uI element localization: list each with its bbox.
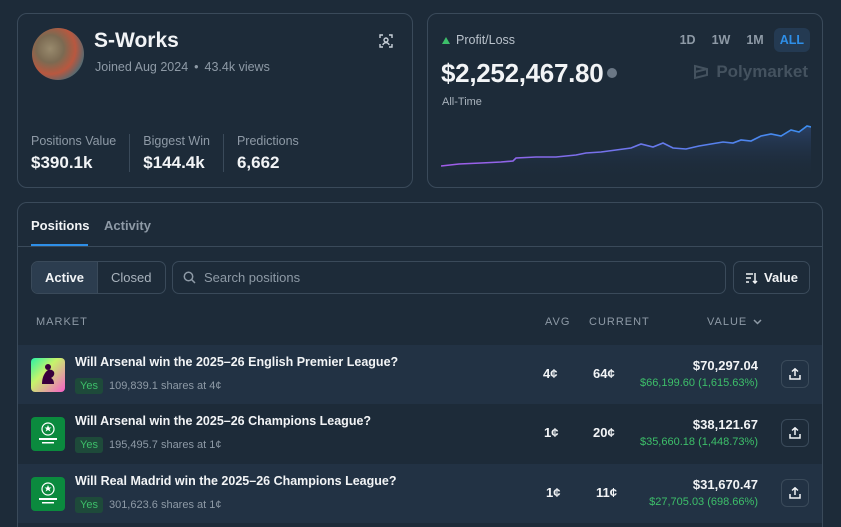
avg-price: 1¢	[544, 425, 559, 440]
avatar	[32, 28, 84, 80]
outcome-badge: Yes	[75, 378, 103, 394]
current-price: 11¢	[596, 485, 617, 500]
stat-label: Positions Value	[31, 134, 117, 148]
search-box	[172, 261, 726, 294]
search-icon	[183, 271, 196, 284]
champions-league-icon	[31, 417, 65, 451]
position-pnl: $66,199.60 (1,615.63%)	[639, 377, 758, 389]
polymarket-logo-icon	[694, 64, 709, 80]
market-title[interactable]: Will Arsenal win the 2025–26 Champions L…	[75, 414, 371, 428]
outcome-badge: Yes	[75, 437, 103, 453]
shares-info: 195,495.7 shares at 1¢	[108, 439, 222, 451]
active-tab-indicator	[31, 244, 88, 246]
champions-league-icon	[31, 477, 65, 511]
starball-icon	[39, 422, 57, 444]
brand-name: Polymarket	[716, 62, 808, 81]
share-icon	[789, 368, 801, 380]
share-icon	[789, 487, 801, 499]
share-button[interactable]	[781, 479, 809, 507]
market-subtitle: Yes 109,839.1 shares at 4¢	[75, 378, 221, 394]
pnl-label: Profit/Loss	[442, 33, 515, 47]
tab-bar: Positions Activity	[18, 203, 822, 247]
range-1w[interactable]: 1W	[706, 28, 737, 52]
market-subtitle: Yes 195,495.7 shares at 1¢	[75, 437, 221, 453]
up-arrow-icon	[442, 36, 450, 44]
profile-name: S-Works	[94, 29, 179, 52]
stat-biggest-win: Biggest Win $144.4k	[143, 134, 224, 172]
pnl-value-wrap: $2,252,467.80	[441, 58, 618, 89]
table-row[interactable]: Will Arsenal win the 2025–26 Champions L…	[18, 404, 822, 463]
current-price: 20¢	[593, 425, 615, 440]
column-market: MARKET	[36, 316, 88, 328]
positions-card: Positions Activity Active Closed Value M…	[17, 202, 823, 527]
outcome-badge: Yes	[75, 497, 103, 513]
joined-date: Joined Aug 2024	[95, 60, 189, 74]
shares-info: 301,623.6 shares at 1¢	[108, 499, 222, 511]
avg-price: 1¢	[546, 485, 561, 500]
position-pnl: $35,660.18 (1,448.73%)	[639, 436, 758, 448]
range-all[interactable]: ALL	[773, 28, 810, 52]
separator-dot: •	[194, 60, 199, 74]
pnl-label-text: Profit/Loss	[456, 33, 516, 47]
time-range-selector: 1D 1W 1M ALL	[674, 28, 810, 52]
table-row[interactable]: Will Arsenal win the 2025–26 English Pre…	[18, 345, 822, 404]
pnl-period: All-Time	[442, 96, 482, 108]
filter-active-button[interactable]: Active	[32, 262, 99, 293]
tab-positions[interactable]: Positions	[31, 218, 90, 233]
share-icon	[789, 427, 801, 439]
sort-button[interactable]: Value	[733, 261, 810, 294]
stat-positions-value: Positions Value $390.1k	[31, 134, 131, 172]
share-button[interactable]	[781, 419, 809, 447]
avg-price: 4¢	[543, 366, 558, 381]
stat-value: 6,662	[236, 153, 280, 172]
chevron-down-icon	[753, 319, 762, 325]
column-current: CURRENT	[589, 316, 650, 328]
polymarket-logo: Polymarket	[692, 62, 808, 82]
pnl-chart	[441, 125, 811, 178]
stat-value: $390.1k	[31, 153, 93, 172]
sort-label: Value	[764, 270, 798, 285]
current-price: 64¢	[593, 366, 615, 381]
stat-value: $144.4k	[143, 153, 205, 172]
pnl-area	[441, 126, 811, 178]
info-icon[interactable]	[607, 68, 618, 79]
market-title[interactable]: Will Arsenal win the 2025–26 English Pre…	[75, 355, 398, 369]
view-count: 43.4k views	[204, 60, 270, 74]
position-value: $38,121.67	[692, 417, 758, 432]
share-button[interactable]	[781, 360, 809, 388]
market-title[interactable]: Will Real Madrid win the 2025–26 Champio…	[75, 474, 397, 488]
range-1d[interactable]: 1D	[674, 28, 702, 52]
sort-icon	[746, 272, 758, 284]
position-value: $31,670.47	[692, 477, 758, 492]
filter-closed-button[interactable]: Closed	[98, 262, 164, 293]
pnl-value: $2,252,467.80	[441, 58, 604, 88]
market-subtitle: Yes 301,623.6 shares at 1¢	[75, 497, 221, 513]
stat-label: Predictions	[236, 134, 299, 148]
premier-league-icon	[31, 358, 65, 392]
position-value: $70,297.04	[692, 358, 758, 373]
column-avg: AVG	[545, 316, 571, 328]
profile-stats: Positions Value $390.1k Biggest Win $144…	[31, 134, 325, 172]
profile-meta: Joined Aug 2024 • 43.4k views	[95, 60, 270, 74]
search-input[interactable]	[204, 270, 684, 285]
stat-predictions: Predictions 6,662	[237, 134, 312, 172]
starball-icon	[39, 482, 57, 504]
column-value[interactable]: VALUE	[707, 316, 762, 328]
table-row[interactable]: Will Real Madrid win the 2025–26 Champio…	[18, 464, 822, 523]
scan-icon[interactable]	[379, 34, 393, 48]
stat-label: Biggest Win	[143, 134, 210, 148]
status-toggle: Active Closed	[31, 261, 166, 294]
range-1m[interactable]: 1M	[740, 28, 769, 52]
profile-card: S-Works Joined Aug 2024 • 43.4k views Posi…	[17, 13, 413, 188]
lion-crest-icon	[42, 364, 55, 384]
shares-info: 109,839.1 shares at 4¢	[108, 380, 222, 392]
tab-activity[interactable]: Activity	[104, 218, 151, 233]
pnl-card: Profit/Loss 1D 1W 1M ALL $2,252,467.80 A…	[427, 13, 823, 188]
column-value-label: VALUE	[707, 316, 748, 328]
position-pnl: $27,705.03 (698.66%)	[649, 496, 758, 508]
